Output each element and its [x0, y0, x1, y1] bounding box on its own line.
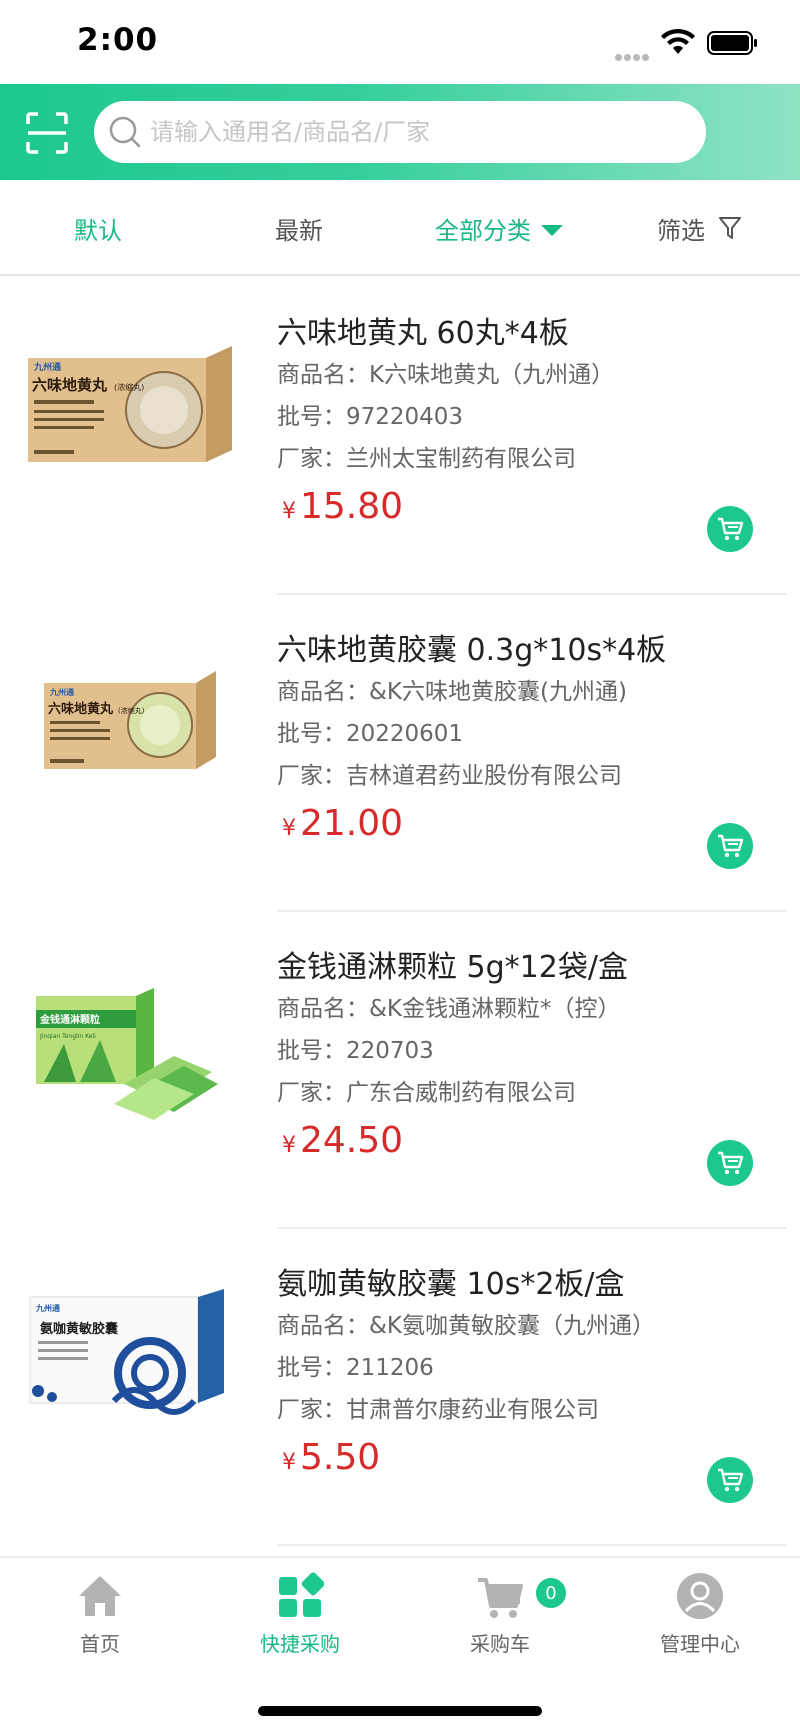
svg-text:九州通: 九州通	[33, 361, 61, 373]
status-time: 2:00	[77, 22, 159, 58]
product-price: ¥ 15.80	[282, 486, 403, 527]
product-image: 九州通 氨咖黄敏胶囊	[24, 1261, 236, 1471]
product-list: 九州通 六味地黄丸 (浓缩丸) 六味地黄丸 60丸*4板 商品名：K六味地黄丸（…	[0, 278, 800, 1546]
product-image: 九州通 六味地黄丸 (浓缩丸)	[24, 627, 236, 837]
cart-icon	[718, 517, 744, 541]
currency-symbol: ¥	[282, 1133, 296, 1158]
tab-quick-label: 快捷采购	[260, 1632, 340, 1656]
search-header	[0, 84, 800, 180]
product-price: ¥ 5.50	[282, 1437, 380, 1478]
product-trade-name: 商品名：&K金钱通淋颗粒*（控）	[277, 996, 621, 1022]
product-name: 金钱通淋颗粒 5g*12袋/盒	[277, 950, 628, 985]
wifi-icon	[661, 28, 695, 54]
search-input[interactable]	[150, 101, 690, 163]
grid-icon	[279, 1572, 324, 1617]
divider	[277, 1544, 786, 1546]
product-batch: 批号：97220403	[277, 404, 464, 430]
product-trade-name: 商品名：K六味地黄丸（九州通）	[277, 362, 615, 388]
box-title: 六味地黄丸	[48, 701, 114, 717]
box-subtitle: (浓缩丸)	[118, 706, 145, 715]
product-batch: 批号：220703	[277, 1038, 434, 1064]
tab-home-label: 首页	[80, 1632, 120, 1656]
signal-icon	[615, 46, 653, 61]
product-item[interactable]: 金钱通淋颗粒 Jinqian Tonglin Keli 金钱通淋颗粒 5g*12…	[0, 912, 800, 1229]
product-price: ¥ 21.00	[282, 803, 403, 844]
product-maker: 厂家：甘肃普尔康药业有限公司	[277, 1397, 599, 1423]
product-price: ¥ 24.50	[282, 1120, 403, 1161]
add-to-cart-button[interactable]	[707, 823, 753, 869]
tab-default-label: 默认	[74, 216, 122, 245]
tab-quick-purchase[interactable]: 快捷采购	[200, 1572, 400, 1657]
funnel-icon	[719, 217, 741, 239]
box-title: 金钱通淋颗粒	[39, 1013, 100, 1026]
product-maker: 厂家：吉林道君药业股份有限公司	[277, 763, 622, 789]
tab-default[interactable]: 默认	[74, 210, 122, 246]
shopping-cart-icon	[478, 1578, 523, 1618]
box-title: 氨咖黄敏胶囊	[39, 1321, 119, 1337]
tab-home[interactable]: 首页	[0, 1572, 200, 1657]
tab-cart-label: 采购车	[470, 1632, 530, 1656]
price-amount: 15.80	[300, 486, 404, 527]
tab-latest[interactable]: 最新	[275, 210, 323, 246]
product-item[interactable]: 九州通 六味地黄丸 (浓缩丸) 六味地黄胶囊 0.3g*10s*4板 商品名：&…	[0, 595, 800, 912]
product-trade-name: 商品名：&K六味地黄胶囊(九州通)	[277, 679, 627, 705]
currency-symbol: ¥	[282, 499, 296, 524]
product-info: 金钱通淋颗粒 5g*12袋/盒 商品名：&K金钱通淋颗粒*（控） 批号：2207…	[277, 948, 777, 1114]
scan-icon[interactable]	[26, 112, 68, 154]
product-item[interactable]: 九州通 六味地黄丸 (浓缩丸) 六味地黄丸 60丸*4板 商品名：K六味地黄丸（…	[0, 278, 800, 595]
user-avatar-icon	[677, 1573, 723, 1619]
battery-icon	[707, 31, 757, 55]
currency-symbol: ¥	[282, 816, 296, 841]
tab-admin-center[interactable]: 管理中心	[600, 1572, 800, 1657]
product-name: 氨咖黄敏胶囊 10s*2板/盒	[277, 1267, 625, 1302]
product-batch: 批号：211206	[277, 1355, 434, 1381]
add-to-cart-button[interactable]	[707, 506, 753, 552]
search-icon	[109, 116, 141, 148]
tab-cart[interactable]: 0 采购车	[400, 1572, 600, 1657]
box-subtitle: (浓缩丸)	[114, 382, 144, 392]
product-image: 九州通 六味地黄丸 (浓缩丸)	[24, 310, 236, 520]
box-title: 六味地黄丸	[32, 376, 108, 394]
price-amount: 24.50	[300, 1120, 404, 1161]
product-info: 氨咖黄敏胶囊 10s*2板/盒 商品名：&K氨咖黄敏胶囊（九州通） 批号：211…	[277, 1265, 777, 1431]
add-to-cart-button[interactable]	[707, 1140, 753, 1186]
product-item[interactable]: 九州通 氨咖黄敏胶囊 氨咖黄敏胶囊 10s*2板/盒 商品名：&K氨咖黄敏胶囊（…	[0, 1229, 800, 1546]
tab-filter[interactable]: 筛选	[657, 210, 741, 246]
cart-count-badge: 0	[534, 1576, 568, 1610]
svg-text:九州通: 九州通	[49, 687, 74, 697]
svg-text:九州通: 九州通	[35, 1303, 60, 1313]
bottom-tab-bar: 首页 快捷采购 0 采购车 管理中心	[0, 1556, 800, 1731]
tab-all-categories[interactable]: 全部分类	[435, 210, 563, 246]
tab-category-label: 全部分类	[435, 216, 531, 245]
home-icon	[79, 1576, 121, 1616]
price-amount: 5.50	[300, 1437, 381, 1478]
price-amount: 21.00	[300, 803, 404, 844]
box-subtitle: Jinqian Tonglin Keli	[39, 1033, 96, 1040]
product-batch: 批号：20220601	[277, 721, 464, 747]
product-trade-name: 商品名：&K氨咖黄敏胶囊（九州通）	[277, 1313, 656, 1339]
tab-latest-label: 最新	[275, 216, 323, 245]
tab-filter-label: 筛选	[657, 216, 705, 245]
product-name: 六味地黄胶囊 0.3g*10s*4板	[277, 633, 667, 668]
cart-icon	[718, 1468, 744, 1492]
product-image: 金钱通淋颗粒 Jinqian Tonglin Keli	[24, 944, 236, 1154]
currency-symbol: ¥	[282, 1450, 296, 1475]
product-info: 六味地黄胶囊 0.3g*10s*4板 商品名：&K六味地黄胶囊(九州通) 批号：…	[277, 631, 777, 797]
filter-bar: 默认 最新 全部分类 筛选	[0, 180, 800, 276]
cart-icon	[718, 834, 744, 858]
product-maker: 厂家：兰州太宝制药有限公司	[277, 446, 576, 472]
cart-icon	[718, 1151, 744, 1175]
home-indicator	[258, 1706, 542, 1716]
add-to-cart-button[interactable]	[707, 1457, 753, 1503]
search-box[interactable]	[94, 101, 706, 163]
product-maker: 厂家：广东合威制药有限公司	[277, 1080, 576, 1106]
product-info: 六味地黄丸 60丸*4板 商品名：K六味地黄丸（九州通） 批号：97220403…	[277, 314, 777, 480]
product-name: 六味地黄丸 60丸*4板	[277, 316, 569, 351]
tab-admin-label: 管理中心	[660, 1632, 740, 1656]
caret-down-icon	[541, 224, 563, 236]
status-bar: 2:00	[0, 0, 800, 84]
